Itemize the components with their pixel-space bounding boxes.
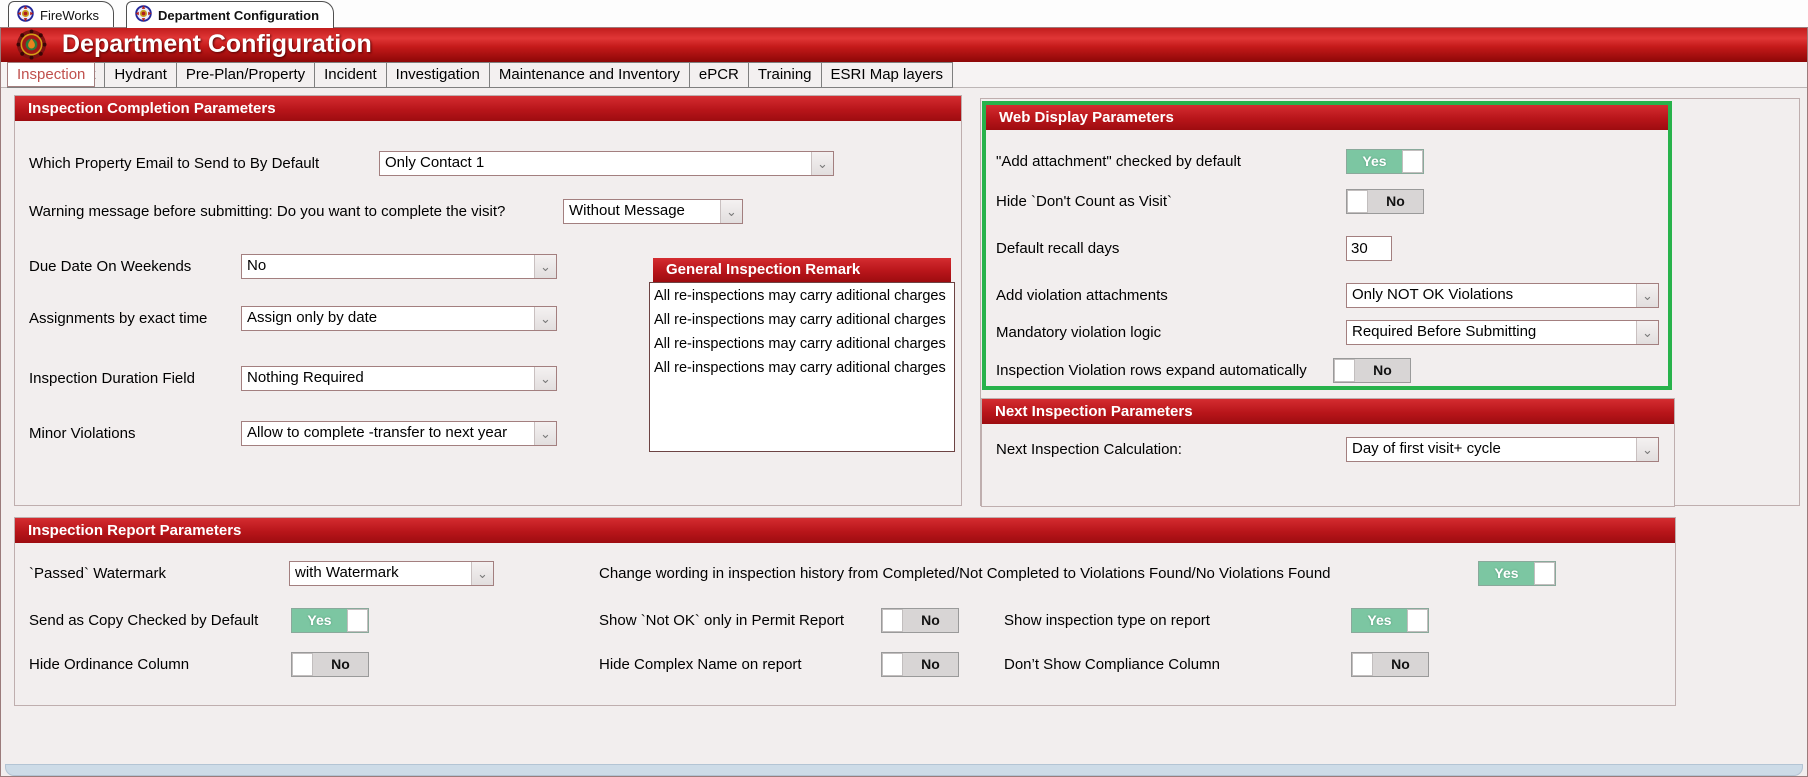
hide-complex-name-label: Hide Complex Name on report <box>599 652 802 677</box>
chevron-down-icon[interactable]: ⌄ <box>534 255 556 278</box>
add-violation-attachments-label: Add violation attachments <box>996 283 1168 308</box>
toggle-knob <box>1347 190 1368 213</box>
app-tab-fireworks[interactable]: FireWorks <box>8 1 114 28</box>
inspection-report-parameters-header: Inspection Report Parameters <box>15 518 1675 543</box>
chevron-down-icon[interactable]: ⌄ <box>534 307 556 330</box>
tab-hydrant[interactable]: Hydrant <box>104 62 177 88</box>
inspection-completion-parameters-header: Inspection Completion Parameters <box>15 96 961 121</box>
toggle-knob <box>292 653 313 676</box>
send-as-copy-label: Send as Copy Checked by Default <box>29 608 258 633</box>
which-property-email-select[interactable]: Only Contact 1 ⌄ <box>379 151 834 176</box>
chevron-down-icon[interactable]: ⌄ <box>720 200 742 223</box>
tab-incident[interactable]: Incident <box>314 62 387 88</box>
mandatory-violation-logic-label: Mandatory violation logic <box>996 320 1161 345</box>
toggle-knob <box>1334 359 1355 382</box>
default-recall-days-label: Default recall days <box>996 236 1119 261</box>
app-window: FireWorks Department Configuration Depar… <box>0 0 1808 777</box>
general-inspection-remark-header: General Inspection Remark <box>653 258 951 282</box>
dont-show-compliance-toggle[interactable]: No <box>1351 652 1429 677</box>
next-inspection-parameters-panel: Next Inspection Parameters Next Inspecti… <box>981 398 1675 507</box>
show-not-ok-permit-toggle[interactable]: No <box>881 608 959 633</box>
app-tab-label: Department Configuration <box>158 8 319 23</box>
send-as-copy-toggle[interactable]: Yes <box>291 608 369 633</box>
warning-message-select[interactable]: Without Message ⌄ <box>563 199 743 224</box>
hide-complex-name-toggle[interactable]: No <box>881 652 959 677</box>
chevron-down-icon[interactable]: ⌄ <box>811 152 833 175</box>
chevron-down-icon[interactable]: ⌄ <box>1636 321 1658 344</box>
passed-watermark-select[interactable]: with Watermark ⌄ <box>289 561 494 586</box>
minor-violations-select[interactable]: Allow to complete -transfer to next year… <box>241 421 557 446</box>
hide-dont-count-as-visit-toggle[interactable]: No <box>1346 189 1424 214</box>
chevron-down-icon[interactable]: ⌄ <box>534 367 556 390</box>
warning-message-label: Warning message before submitting: Do yo… <box>29 199 505 224</box>
app-tab-department-configuration[interactable]: Department Configuration <box>126 1 334 28</box>
tab-epcr[interactable]: ePCR <box>689 62 749 88</box>
toggle-knob <box>1407 609 1428 632</box>
chevron-down-icon[interactable]: ⌄ <box>1636 284 1658 307</box>
title-bar: Department Configuration <box>0 28 1808 63</box>
which-property-email-label: Which Property Email to Send to By Defau… <box>29 151 319 176</box>
show-inspection-type-toggle[interactable]: Yes <box>1351 608 1429 633</box>
toggle-knob <box>882 609 903 632</box>
show-inspection-type-label: Show inspection type on report <box>1004 608 1210 633</box>
next-inspection-calculation-select[interactable]: Day of first visit+ cycle ⌄ <box>1346 437 1659 462</box>
passed-watermark-label: `Passed` Watermark <box>29 561 166 586</box>
violation-rows-expand-toggle[interactable]: No <box>1333 358 1411 383</box>
tab-esri-map-layers[interactable]: ESRI Map layers <box>821 62 954 88</box>
next-inspection-calculation-label: Next Inspection Calculation: <box>996 437 1182 462</box>
add-violation-attachments-select[interactable]: Only NOT OK Violations ⌄ <box>1346 283 1659 308</box>
due-date-weekends-select[interactable]: No ⌄ <box>241 254 557 279</box>
tab-maintenance-and-inventory[interactable]: Maintenance and Inventory <box>489 62 690 88</box>
hide-dont-count-as-visit-label: Hide `Don't Count as Visit` <box>996 189 1172 214</box>
chevron-down-icon[interactable]: ⌄ <box>471 562 493 585</box>
mandatory-violation-logic-select[interactable]: Required Before Submitting ⌄ <box>1346 320 1659 345</box>
add-attachment-default-toggle[interactable]: Yes <box>1346 149 1424 174</box>
next-inspection-parameters-header: Next Inspection Parameters <box>982 399 1674 424</box>
hide-ordinance-toggle[interactable]: No <box>291 652 369 677</box>
inspection-duration-label: Inspection Duration Field <box>29 366 195 391</box>
tab-pre-plan-property[interactable]: Pre-Plan/Property <box>176 62 315 88</box>
chevron-down-icon[interactable]: ⌄ <box>1636 438 1658 461</box>
fire-department-logo-icon <box>16 29 47 65</box>
toggle-knob <box>1534 562 1555 585</box>
assignments-exact-time-select[interactable]: Assign only by date ⌄ <box>241 306 557 331</box>
inspection-completion-parameters-panel: Inspection Completion Parameters Which P… <box>14 95 962 506</box>
dont-show-compliance-label: Don’t Show Compliance Column <box>1004 652 1220 677</box>
chevron-down-icon[interactable]: ⌄ <box>534 422 556 445</box>
show-not-ok-permit-label: Show `Not OK` only in Permit Report <box>599 608 844 633</box>
inspection-duration-select[interactable]: Nothing Required ⌄ <box>241 366 557 391</box>
hide-ordinance-label: Hide Ordinance Column <box>29 652 189 677</box>
right-parameters-container: Web Display Parameters "Add attachment" … <box>980 98 1800 506</box>
page-title: Department Configuration <box>62 30 372 59</box>
window-bottom-edge <box>5 764 1803 776</box>
tab-investigation[interactable]: Investigation <box>386 62 490 88</box>
toggle-knob <box>882 653 903 676</box>
assignments-exact-time-label: Assignments by exact time <box>29 306 207 331</box>
minor-violations-label: Minor Violations <box>29 421 135 446</box>
department-configuration-badge-icon <box>135 5 152 25</box>
change-wording-toggle[interactable]: Yes <box>1478 561 1556 586</box>
web-display-parameters-header: Web Display Parameters <box>986 105 1668 130</box>
general-inspection-remark-textarea[interactable]: All re-inspections may carry aditional c… <box>649 282 955 452</box>
due-date-weekends-label: Due Date On Weekends <box>29 254 191 279</box>
violation-rows-expand-label: Inspection Violation rows expand automat… <box>996 358 1307 383</box>
tab-inspection[interactable]: Inspection <box>7 62 95 87</box>
inspection-report-parameters-panel: Inspection Report Parameters `Passed` Wa… <box>14 517 1676 706</box>
default-recall-days-input[interactable] <box>1346 236 1392 261</box>
toggle-knob <box>347 609 368 632</box>
web-display-parameters-panel: Web Display Parameters "Add attachment" … <box>982 101 1672 390</box>
add-attachment-default-label: "Add attachment" checked by default <box>996 149 1241 174</box>
toggle-knob <box>1402 150 1423 173</box>
tab-training[interactable]: Training <box>748 62 822 88</box>
config-tab-bar: Department Hydrant Inspection Pre-Plan/P… <box>0 62 1808 88</box>
app-tab-label: FireWorks <box>40 8 99 23</box>
change-wording-label: Change wording in inspection history fro… <box>599 561 1331 586</box>
fireworks-badge-icon <box>17 5 34 25</box>
toggle-knob <box>1352 653 1373 676</box>
